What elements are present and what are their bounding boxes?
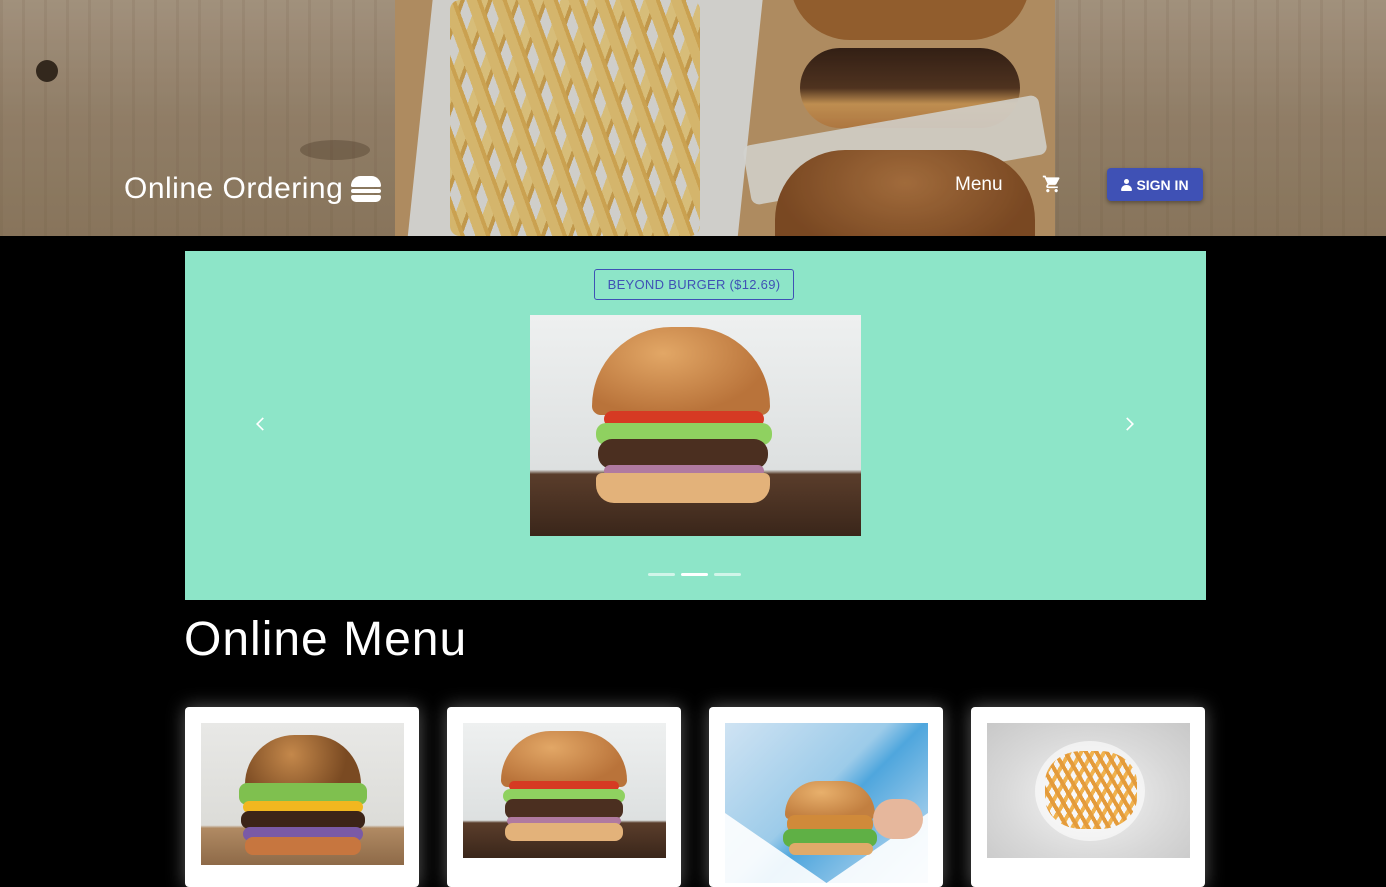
menu-card[interactable]	[971, 707, 1205, 887]
menu-card[interactable]	[447, 707, 681, 887]
menu-item-image	[725, 723, 928, 883]
carousel-indicators	[648, 573, 741, 576]
chevron-left-icon[interactable]	[251, 414, 271, 434]
carousel-indicator-active[interactable]	[681, 573, 708, 576]
person-icon	[1121, 178, 1133, 191]
brand-title: Online Ordering	[124, 172, 344, 205]
featured-carousel: BEYOND BURGER ($12.69)	[185, 251, 1206, 600]
shopping-cart-icon[interactable]	[1042, 174, 1062, 194]
carousel-indicator[interactable]	[714, 573, 741, 576]
nav-menu-link[interactable]: Menu	[955, 174, 1003, 196]
menu-item-image	[463, 723, 666, 858]
sign-in-button[interactable]: SIGN IN	[1107, 168, 1203, 201]
menu-card[interactable]	[185, 707, 419, 887]
menu-card[interactable]	[709, 707, 943, 887]
hamburger-icon	[351, 176, 382, 202]
page-title: Online Menu	[184, 613, 468, 666]
sign-in-label: SIGN IN	[1136, 176, 1189, 193]
menu-item-image	[987, 723, 1190, 858]
carousel-indicator[interactable]	[648, 573, 675, 576]
slide-item-button[interactable]: BEYOND BURGER ($12.69)	[594, 269, 794, 300]
chevron-right-icon[interactable]	[1119, 414, 1139, 434]
brand-logo[interactable]: Online Ordering	[124, 172, 382, 206]
menu-item-image	[201, 723, 404, 865]
beyond-burger-image[interactable]	[530, 315, 861, 536]
